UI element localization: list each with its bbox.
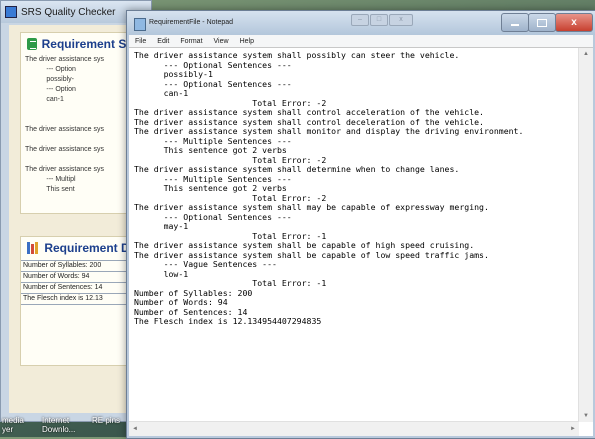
- notepad-text-content[interactable]: The driver assistance system shall possi…: [134, 51, 575, 418]
- close-icon: x: [571, 17, 577, 28]
- taskbar-item-re-pins[interactable]: RE pins: [92, 416, 120, 425]
- close-button[interactable]: x: [555, 13, 593, 32]
- maximize-icon: [537, 18, 547, 27]
- text-line: --- Optional Sentences ---: [134, 211, 292, 222]
- notepad-titlebar[interactable]: RequirementFile - Notepad – □ x x: [127, 11, 595, 35]
- srs-window-title: SRS Quality Checker: [21, 6, 116, 18]
- minimize-button[interactable]: [501, 13, 529, 32]
- background-close-ghost: x: [389, 14, 413, 26]
- notepad-icon: [134, 18, 146, 31]
- text-line: --- Optional Sentences ---: [134, 78, 292, 89]
- scroll-left-arrow-icon[interactable]: ◄: [129, 422, 141, 436]
- scroll-right-arrow-icon[interactable]: ►: [567, 422, 579, 436]
- text-editor-area[interactable]: The driver assistance system shall possi…: [129, 47, 593, 436]
- notepad-title: RequirementFile - Notepad: [149, 19, 234, 26]
- taskbar: media yer Internet Downlo... RE pins: [0, 398, 135, 437]
- taskbar-item-internet-download[interactable]: Internet Downlo...: [42, 416, 75, 434]
- background-minimize-ghost: –: [351, 14, 369, 26]
- menu-file[interactable]: File: [129, 38, 151, 45]
- menu-help[interactable]: Help: [234, 38, 259, 45]
- menu-bar: File Edit Format View Help: [129, 35, 593, 47]
- horizontal-scrollbar[interactable]: ◄ ►: [129, 421, 579, 436]
- minimize-icon: [511, 24, 519, 26]
- scroll-up-arrow-icon[interactable]: ▲: [579, 48, 593, 60]
- menu-format[interactable]: Format: [174, 38, 207, 45]
- notepad-window[interactable]: RequirementFile - Notepad – □ x x File E…: [126, 10, 595, 439]
- text-line: --- Vague Sentences ---: [134, 259, 277, 269]
- books-icon: [27, 242, 39, 254]
- document-list-icon: [27, 38, 37, 50]
- taskbar-item-media-player[interactable]: media yer: [2, 416, 24, 434]
- menu-edit[interactable]: Edit: [151, 38, 174, 45]
- scroll-down-arrow-icon[interactable]: ▼: [579, 410, 593, 422]
- text-line: The Flesch index is 12.134954407294835: [134, 316, 322, 326]
- app-icon: [5, 6, 17, 18]
- vertical-scrollbar[interactable]: ▲ ▼: [578, 48, 593, 422]
- maximize-button[interactable]: [528, 13, 556, 32]
- background-maximize-ghost: □: [370, 14, 388, 26]
- menu-view[interactable]: View: [208, 38, 234, 45]
